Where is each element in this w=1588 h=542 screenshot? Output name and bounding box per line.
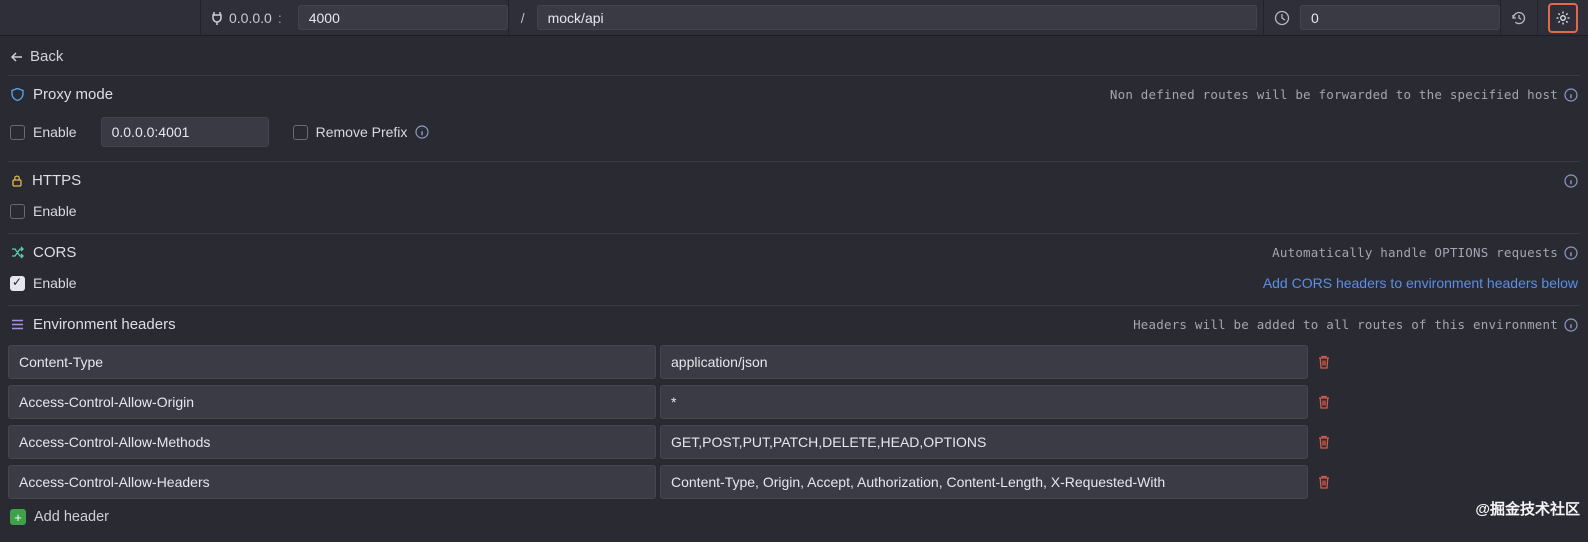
host-segment: 0.0.0.0 : [200,0,292,35]
proxy-host-input[interactable] [101,117,269,147]
cors-note: Automatically handle OPTIONS requests [1272,245,1558,260]
remove-prefix-checkbox[interactable] [293,125,308,140]
latency-input[interactable] [1300,5,1500,30]
back-label: Back [30,48,63,65]
prefix-input[interactable] [537,5,1257,30]
header-row [8,425,1580,459]
host-label: 0.0.0.0 [229,10,272,26]
headers-list [8,341,1580,499]
info-icon[interactable] [1564,174,1578,188]
header-key-input[interactable] [8,345,656,379]
header-value-input[interactable] [660,385,1308,419]
port-input[interactable] [298,5,508,30]
proxy-title: Proxy mode [33,86,113,103]
remove-prefix-row[interactable]: Remove Prefix [293,124,430,140]
add-header-button[interactable]: + Add header [8,499,1580,525]
header-value-cell [660,385,1308,419]
history-segment[interactable] [1500,0,1537,35]
header-key-cell [8,345,656,379]
info-icon[interactable] [1564,88,1578,102]
https-title: HTTPS [32,172,81,189]
header-value-input[interactable] [660,425,1308,459]
info-icon[interactable] [1564,246,1578,260]
path-separator: / [508,0,537,35]
cors-enable-label: Enable [33,275,77,291]
env-headers-title: Environment headers [33,316,176,333]
plus-icon: + [10,509,26,525]
shield-icon [10,87,25,102]
settings-segment[interactable] [1537,0,1588,35]
toolbar-spacer [0,0,200,35]
add-header-label: Add header [34,509,109,525]
env-headers-section: Environment headers Headers will be adde… [8,305,1580,525]
delete-header-button[interactable] [1312,434,1336,450]
header-row [8,385,1580,419]
remove-prefix-label: Remove Prefix [316,124,408,140]
header-key-cell [8,465,656,499]
main-panel: Back Proxy mode Non defined routes will … [0,36,1588,525]
https-enable-checkbox[interactable] [10,204,25,219]
header-row [8,345,1580,379]
info-icon[interactable] [415,125,429,139]
https-enable-label: Enable [33,203,77,219]
trash-icon [1317,354,1331,370]
header-value-input[interactable] [660,345,1308,379]
proxy-note: Non defined routes will be forwarded to … [1110,87,1558,102]
proxy-enable-checkbox[interactable] [10,125,25,140]
env-headers-note: Headers will be added to all routes of t… [1133,317,1558,332]
latency-segment [1263,0,1300,35]
header-key-input[interactable] [8,425,656,459]
lock-icon [10,174,24,188]
proxy-enable-label: Enable [33,124,77,140]
back-link[interactable]: Back [8,42,1580,75]
delete-header-button[interactable] [1312,474,1336,490]
header-value-cell [660,425,1308,459]
header-key-input[interactable] [8,465,656,499]
shuffle-icon [10,245,25,260]
history-icon [1511,10,1527,26]
header-key-cell [8,385,656,419]
delete-header-button[interactable] [1312,394,1336,410]
trash-icon [1317,474,1331,490]
watermark: @掘金技术社区 [1475,498,1580,519]
gear-icon [1548,3,1578,33]
add-cors-headers-link[interactable]: Add CORS headers to environment headers … [1263,275,1578,291]
proxy-section: Proxy mode Non defined routes will be fo… [8,75,1580,161]
header-row [8,465,1580,499]
header-value-cell [660,465,1308,499]
back-arrow-icon [10,50,24,64]
cors-enable-checkbox[interactable] [10,276,25,291]
clock-icon [1274,10,1290,26]
header-key-input[interactable] [8,385,656,419]
info-icon[interactable] [1564,318,1578,332]
https-section: HTTPS Enable [8,161,1580,233]
header-key-cell [8,425,656,459]
header-value-cell [660,345,1308,379]
trash-icon [1317,394,1331,410]
list-icon [10,317,25,332]
trash-icon [1317,434,1331,450]
top-toolbar: 0.0.0.0 : / [0,0,1588,36]
cors-title: CORS [33,244,76,261]
cors-section: CORS Automatically handle OPTIONS reques… [8,233,1580,305]
delete-header-button[interactable] [1312,354,1336,370]
https-enable-row[interactable]: Enable [10,203,77,219]
port-separator: : [278,10,282,26]
plug-icon [211,11,223,25]
cors-enable-row[interactable]: Enable [10,275,77,291]
header-value-input[interactable] [660,465,1308,499]
proxy-enable-row[interactable]: Enable [10,124,77,140]
